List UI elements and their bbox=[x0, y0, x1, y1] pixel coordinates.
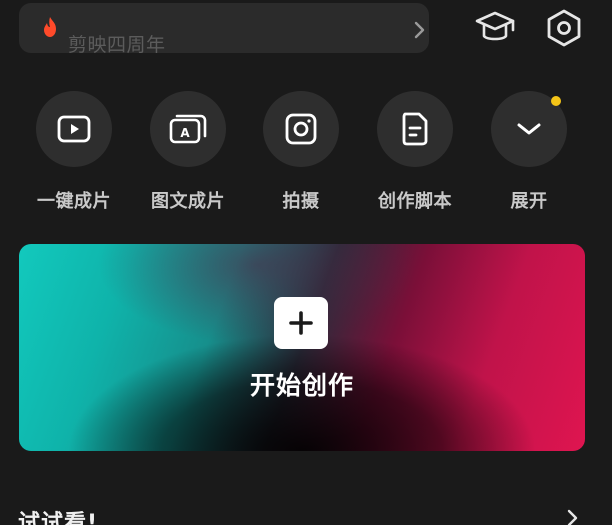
notification-dot bbox=[551, 96, 561, 106]
action-label: 展开 bbox=[510, 191, 548, 212]
action-expand[interactable]: 展开 bbox=[490, 91, 568, 213]
camera-icon bbox=[285, 113, 317, 145]
plus-button[interactable] bbox=[274, 297, 328, 349]
action-label: 拍摄 bbox=[282, 191, 320, 212]
action-circle[interactable]: A bbox=[150, 91, 226, 167]
action-text-to-video[interactable]: A 图文成片 bbox=[149, 91, 227, 213]
action-circle[interactable] bbox=[263, 91, 339, 167]
settings-hexagon-icon[interactable] bbox=[545, 8, 583, 48]
action-label: 图文成片 bbox=[151, 191, 225, 212]
action-circle[interactable] bbox=[36, 91, 112, 167]
search-bar[interactable]: 剪映四周年 bbox=[19, 3, 429, 56]
banner-title: 开始创作 bbox=[249, 371, 354, 400]
action-circle[interactable] bbox=[377, 91, 453, 167]
script-document-icon bbox=[402, 112, 428, 146]
plus-icon bbox=[289, 311, 313, 335]
graduation-cap-icon[interactable] bbox=[474, 8, 516, 46]
chevron-down-icon bbox=[517, 123, 541, 135]
chevron-right-icon[interactable] bbox=[566, 509, 578, 525]
action-circle[interactable] bbox=[491, 91, 567, 167]
flame-icon bbox=[44, 17, 56, 37]
search-placeholder: 剪映四周年 bbox=[68, 34, 166, 56]
action-one-click-video[interactable]: 一键成片 bbox=[35, 91, 113, 213]
start-creating-banner[interactable]: 开始创作 bbox=[19, 244, 585, 451]
play-video-icon bbox=[57, 115, 91, 143]
action-camera[interactable]: 拍摄 bbox=[262, 91, 340, 213]
svg-text:A: A bbox=[180, 126, 190, 140]
chevron-right-icon bbox=[414, 21, 425, 39]
text-to-video-icon: A bbox=[169, 114, 207, 144]
section-title: 试试看! bbox=[18, 511, 99, 525]
action-script[interactable]: 创作脚本 bbox=[376, 91, 454, 213]
action-label: 创作脚本 bbox=[378, 191, 452, 212]
action-label: 一键成片 bbox=[37, 191, 111, 212]
